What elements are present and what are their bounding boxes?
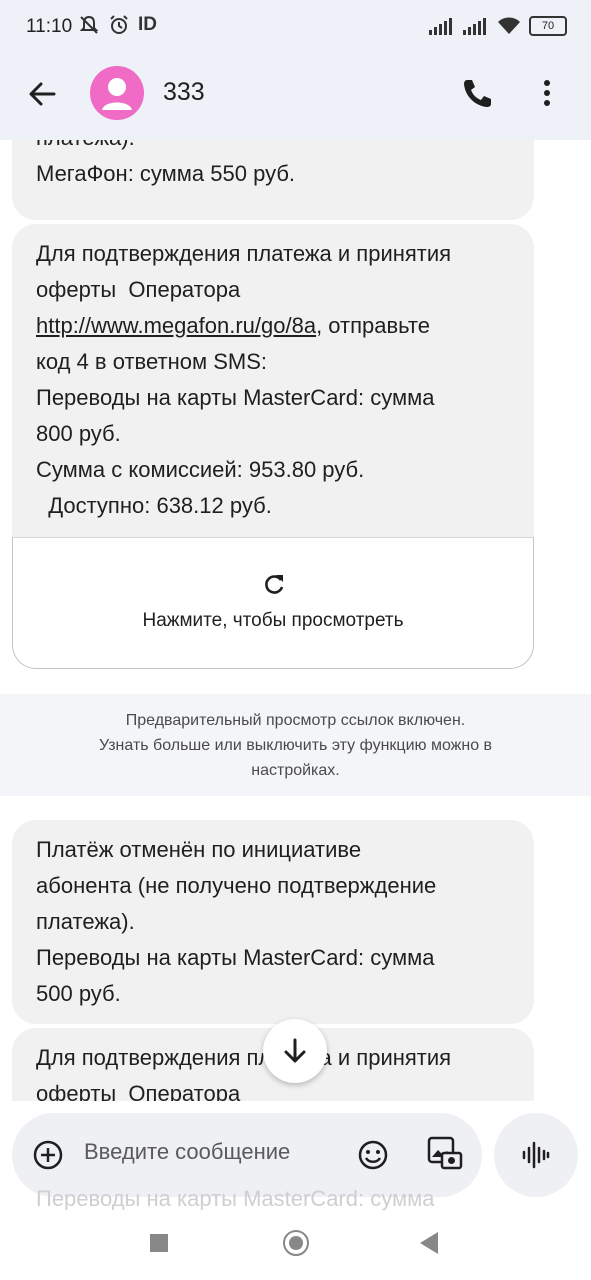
status-left-icons: ID xyxy=(78,14,157,36)
message-line: абонента (не получено подтверждение xyxy=(36,873,437,898)
refresh-icon xyxy=(265,575,284,594)
gallery-icon[interactable] xyxy=(426,1135,464,1173)
system-nav-bar xyxy=(0,1210,591,1280)
carrier-indicator: ID xyxy=(138,14,157,35)
voice-icon xyxy=(522,1141,550,1169)
battery-level: 70 xyxy=(541,20,555,32)
arrow-down-icon xyxy=(284,1038,306,1063)
message-line: код 4 в ответном SMS: xyxy=(36,349,267,374)
message-link[interactable]: http://www.megafon.ru/go/8a xyxy=(36,313,316,338)
phone-icon[interactable] xyxy=(458,74,496,112)
conversation-header: 333 xyxy=(0,56,591,140)
mute-icon xyxy=(79,15,99,34)
message-line: 800 руб. xyxy=(36,421,121,446)
message-line: Для подтверждения платежа и принятия xyxy=(36,241,452,266)
compose-box[interactable]: Введите сообщение xyxy=(12,1113,482,1197)
scroll-to-bottom-button[interactable] xyxy=(263,1019,327,1083)
back-arrow-icon[interactable] xyxy=(24,76,60,112)
message-line: Доступно: 638.12 руб. xyxy=(36,493,272,518)
message-line: оферты Оператора xyxy=(36,277,241,302)
link-preview-notice: Предварительный просмотр ссылок включен.… xyxy=(0,694,591,796)
message-line: Сумма с комиссией: 953.80 руб. xyxy=(36,457,365,482)
home-icon[interactable] xyxy=(283,1230,309,1256)
message-line: Платёж отменён по инициативе xyxy=(36,837,362,862)
alarm-icon xyxy=(110,15,128,34)
avatar[interactable] xyxy=(90,66,144,120)
message-line: платежа). xyxy=(36,909,135,934)
link-preview-card[interactable]: Нажмите, чтобы просмотреть xyxy=(12,537,534,669)
message-line: платежа). xyxy=(36,140,510,156)
status-time: 11:10 xyxy=(26,16,73,37)
back-icon[interactable] xyxy=(420,1232,438,1254)
avatar-person-icon xyxy=(102,78,132,110)
emoji-icon[interactable] xyxy=(356,1138,390,1172)
add-circle-icon[interactable] xyxy=(32,1139,64,1171)
contact-name[interactable]: 333 xyxy=(163,78,205,107)
notice-settings-link[interactable]: настройках. xyxy=(40,758,551,783)
battery-icon: 70 xyxy=(529,16,567,36)
signal-icon xyxy=(429,18,452,35)
message-text: , отправьте xyxy=(316,313,430,338)
message-bubble[interactable]: Платёж отменён по инициативе абонента (н… xyxy=(12,820,534,1024)
message-line: Переводы на карты MasterCard: сумма xyxy=(36,385,435,410)
message-bubble[interactable]: платежа). МегаФон: сумма 550 руб. xyxy=(12,140,534,220)
message-line: http://www.megafon.ru/go/8a, отправьте xyxy=(36,308,510,344)
message-input[interactable]: Введите сообщение xyxy=(84,1139,290,1165)
message-line: МегаФон: сумма 550 руб. xyxy=(36,161,296,186)
notice-line: Предварительный просмотр ссылок включен. xyxy=(125,712,466,729)
recents-icon[interactable] xyxy=(150,1234,168,1252)
message-line: 500 руб. xyxy=(36,981,121,1006)
message-line: Переводы на карты MasterCard: сумма xyxy=(36,945,435,970)
wifi-icon xyxy=(498,17,520,34)
voice-message-button[interactable] xyxy=(494,1113,578,1197)
message-line: оферты Оператора xyxy=(36,1081,241,1101)
notice-line: Узнать больше или выключить эту функцию … xyxy=(98,737,493,754)
status-right-icons: 70 xyxy=(429,16,567,36)
status-bar: 11:10 ID 70 xyxy=(0,0,591,56)
link-preview-label: Нажмите, чтобы просмотреть xyxy=(142,610,404,631)
ghost-overlay-text: Переводы на карты MasterCard: сумма xyxy=(36,1186,435,1211)
signal-icon xyxy=(463,18,486,35)
conversation-list[interactable]: платежа). МегаФон: сумма 550 руб. Для по… xyxy=(0,140,591,1101)
more-vert-icon[interactable] xyxy=(532,74,562,112)
